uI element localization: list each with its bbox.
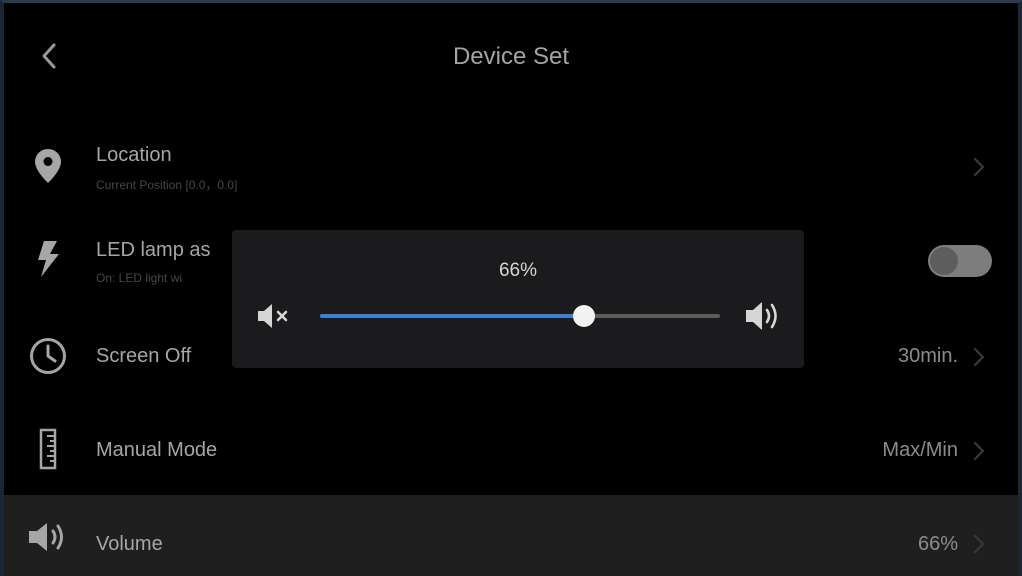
speaker-loud-icon	[746, 302, 777, 330]
toggle-knob	[930, 247, 958, 275]
chevron-right-icon	[973, 157, 985, 177]
map-pin-icon	[26, 144, 70, 188]
max-volume-button[interactable]	[744, 300, 784, 332]
manual-mode-label: Manual Mode	[96, 439, 218, 461]
chevron-right-icon	[973, 441, 985, 461]
device-set-screen: Device Set Location Current Position [0.…	[0, 0, 1022, 576]
volume-label: Volume	[96, 533, 163, 555]
lightning-bolt-icon	[26, 237, 70, 281]
settings-row-manual-mode[interactable]: Manual Mode Max/Min	[4, 401, 1018, 497]
screen-off-label: Screen Off	[96, 345, 192, 367]
volume-slider[interactable]	[320, 302, 720, 330]
speaker-icon	[26, 515, 70, 559]
manual-mode-value: Max/Min	[882, 439, 958, 461]
led-lamp-subtitle: On: LED light wi	[96, 271, 183, 285]
clock-icon	[26, 334, 70, 378]
slider-fill	[320, 314, 584, 318]
mute-button[interactable]	[256, 302, 296, 330]
settings-row-location[interactable]: Location Current Position [0.0，0.0]	[4, 118, 1018, 214]
location-subtitle: Current Position [0.0，0.0]	[96, 178, 238, 192]
location-label: Location	[96, 144, 172, 166]
header: Device Set	[4, 3, 1018, 103]
speaker-mute-icon	[258, 304, 288, 328]
led-lamp-toggle[interactable]	[928, 245, 992, 277]
settings-row-volume[interactable]: Volume 66%	[4, 495, 1018, 576]
screen-off-value: 30min.	[897, 345, 958, 367]
volume-popup: 66%	[232, 230, 804, 368]
chevron-right-icon	[973, 534, 985, 554]
slider-thumb[interactable]	[573, 305, 595, 327]
volume-percent-label: 66%	[498, 260, 538, 281]
page-title: Device Set	[452, 43, 570, 70]
ruler-icon	[26, 427, 70, 471]
led-lamp-label: LED lamp as	[96, 239, 211, 261]
chevron-right-icon	[973, 347, 985, 367]
volume-value: 66%	[917, 533, 958, 555]
